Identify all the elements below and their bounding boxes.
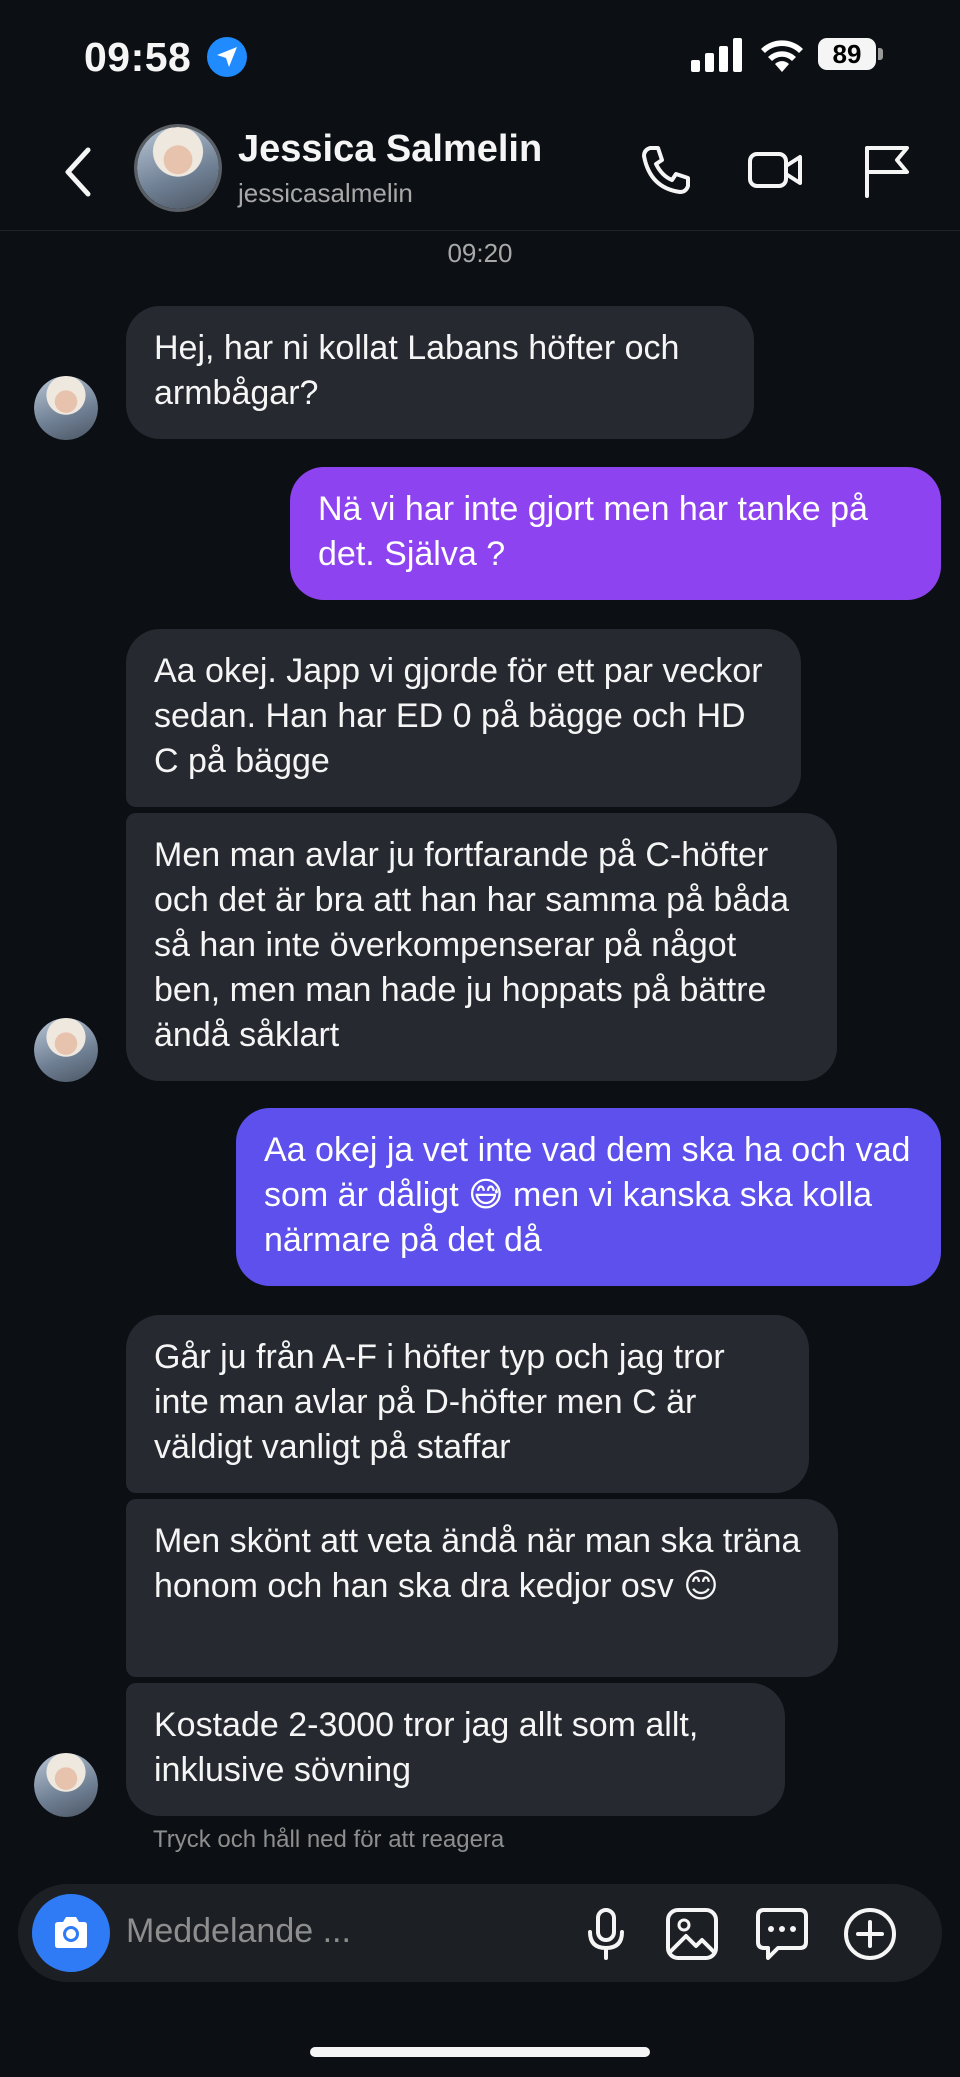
message-bubble-outgoing[interactable]: Nä vi har inte gjort men har tanke på de…	[290, 467, 941, 600]
message-text: Nä vi har inte gjort men har tanke på de…	[318, 490, 868, 573]
message-bubble-incoming[interactable]: Men skönt att veta ändå när man ska trän…	[126, 1499, 838, 1677]
back-icon[interactable]	[60, 144, 100, 200]
chat-header: Jessica Salmelin jessicasalmelin	[0, 110, 960, 231]
video-call-icon[interactable]	[746, 140, 806, 200]
sweat-smile-emoji: 😅	[468, 1175, 504, 1215]
status-bar: 09:58 89	[0, 0, 960, 110]
add-plus-icon[interactable]	[842, 1906, 898, 1962]
location-icon	[207, 37, 247, 77]
smiling-emoji: 😊	[683, 1566, 719, 1606]
message-text: Kostade 2-3000 tror jag allt som allt, i…	[154, 1706, 699, 1789]
contact-handle[interactable]: jessicasalmelin	[238, 178, 413, 209]
message-input[interactable]: Meddelande ...	[126, 1912, 351, 1951]
message-text: Hej, har ni kollat Labans höfter och arm…	[154, 329, 680, 412]
message-timestamp: 09:20	[447, 238, 513, 268]
message-bubble-incoming[interactable]: Aa okej. Japp vi gjorde för ett par veck…	[126, 629, 801, 807]
sender-avatar[interactable]	[34, 376, 98, 440]
message-bubble-incoming[interactable]: Men man avlar ju fortfarande på C-höfter…	[126, 813, 837, 1081]
message-bubble-outgoing[interactable]: Aa okej ja vet inte vad dem ska ha och v…	[236, 1108, 941, 1286]
status-time: 09:58	[84, 34, 192, 80]
sender-avatar[interactable]	[34, 1018, 98, 1082]
wifi-icon	[761, 40, 803, 72]
camera-icon	[55, 1917, 87, 1948]
message-text: Går ju från A-F i höfter typ och jag tro…	[154, 1338, 725, 1466]
cellular-signal-icon	[691, 38, 742, 72]
sender-avatar[interactable]	[34, 1753, 98, 1817]
message-text: Aa okej. Japp vi gjorde för ett par veck…	[154, 652, 763, 780]
battery-icon: 89	[818, 38, 884, 72]
microphone-icon[interactable]	[578, 1906, 634, 1962]
phone-call-icon[interactable]	[636, 140, 696, 200]
battery-level: 89	[818, 38, 876, 70]
flag-report-icon[interactable]	[857, 140, 917, 200]
contact-name[interactable]: Jessica Salmelin	[238, 128, 542, 171]
gallery-icon[interactable]	[664, 1906, 720, 1962]
reaction-hint: Tryck och håll ned för att reagera	[153, 1826, 505, 1853]
home-indicator[interactable]	[310, 2047, 650, 2057]
sticker-chat-icon[interactable]	[754, 1906, 810, 1962]
message-bubble-incoming[interactable]: Hej, har ni kollat Labans höfter och arm…	[126, 306, 754, 439]
camera-button[interactable]	[32, 1894, 110, 1972]
message-composer: Meddelande ...	[18, 1884, 942, 1982]
message-bubble-incoming[interactable]: Kostade 2-3000 tror jag allt som allt, i…	[126, 1683, 785, 1816]
contact-avatar[interactable]	[134, 124, 222, 212]
message-text: Men man avlar ju fortfarande på C-höfter…	[154, 836, 790, 1054]
message-bubble-incoming[interactable]: Går ju från A-F i höfter typ och jag tro…	[126, 1315, 809, 1493]
